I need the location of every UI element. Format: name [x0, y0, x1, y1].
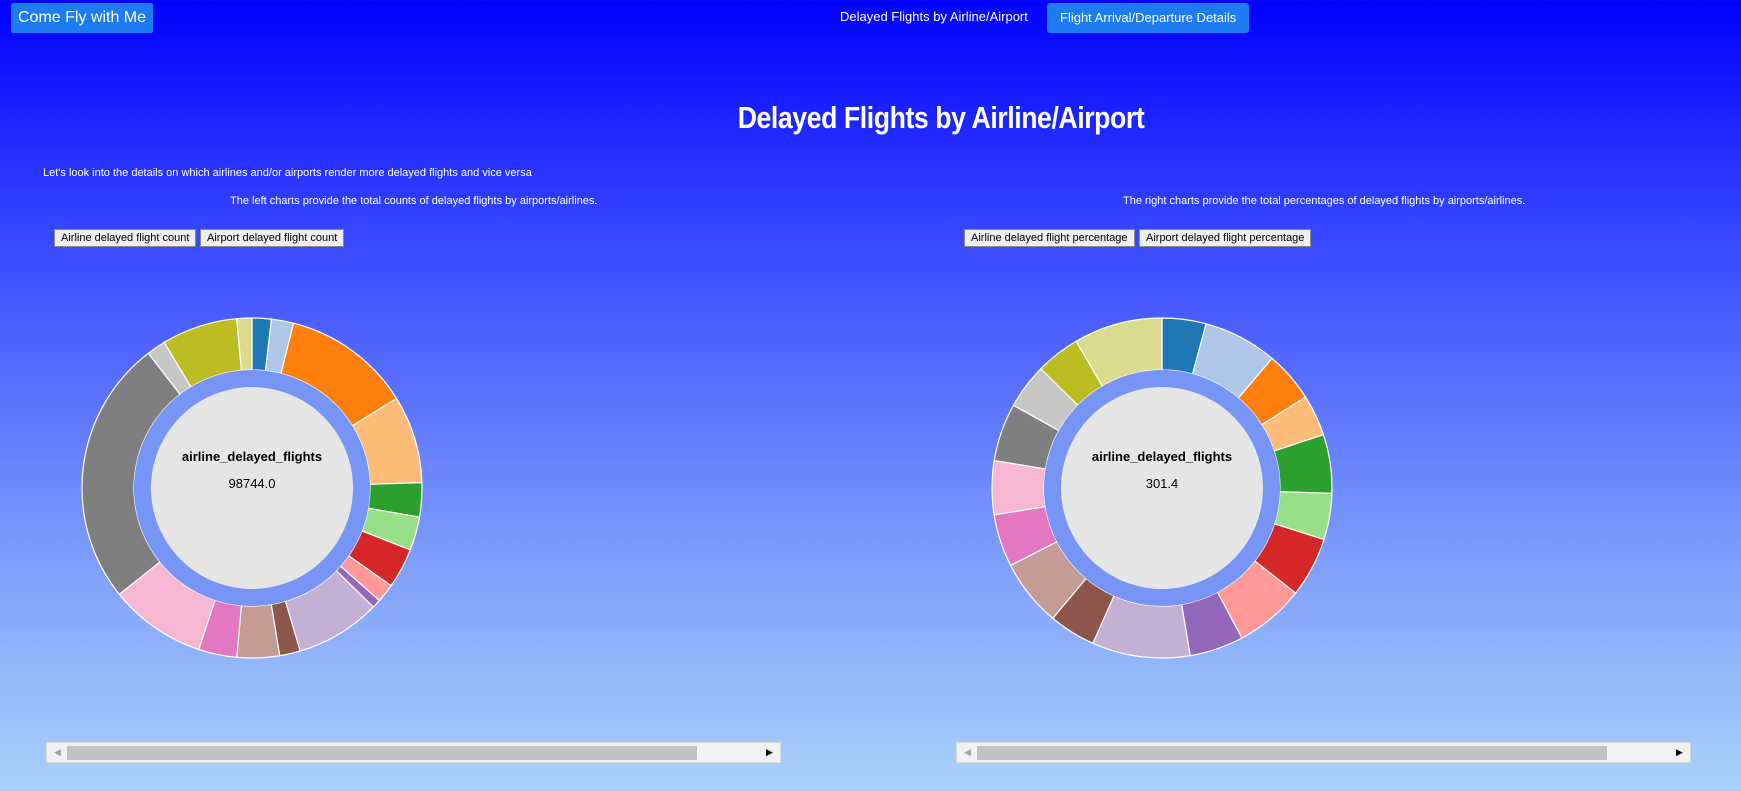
- donut-center-label: airline_delayed_flights: [182, 449, 322, 464]
- right-horizontal-scrollbar[interactable]: ◀ ▶: [956, 742, 1691, 763]
- scroll-left-arrow-icon[interactable]: ◀: [959, 743, 976, 762]
- left-charts-subtitle: The left charts provide the total counts…: [230, 195, 598, 207]
- intro-text: Let's look into the details on which air…: [43, 167, 532, 179]
- donut-center-label: airline_delayed_flights: [1092, 449, 1232, 464]
- scroll-right-arrow-icon[interactable]: ▶: [1671, 743, 1688, 762]
- nav-link-delayed-flights[interactable]: Delayed Flights by Airline/Airport: [840, 9, 1028, 24]
- airline-percentage-button[interactable]: Airline delayed flight percentage: [964, 229, 1135, 247]
- airline-count-button[interactable]: Airline delayed flight count: [54, 229, 197, 247]
- scrollbar-thumb[interactable]: [67, 746, 697, 760]
- nav-button-flight-details[interactable]: Flight Arrival/Departure Details: [1047, 3, 1250, 33]
- pie-slice[interactable]: [991, 459, 1047, 516]
- left-horizontal-scrollbar[interactable]: ◀ ▶: [46, 742, 781, 763]
- scroll-right-arrow-icon[interactable]: ▶: [761, 743, 778, 762]
- scroll-left-arrow-icon[interactable]: ◀: [49, 743, 66, 762]
- brand-button[interactable]: Come Fly with Me: [11, 3, 154, 33]
- airport-count-button[interactable]: Airport delayed flight count: [200, 229, 345, 247]
- left-donut-chart: airline_delayed_flights 98744.0: [81, 317, 423, 659]
- airport-percentage-button[interactable]: Airport delayed flight percentage: [1139, 229, 1312, 247]
- right-charts-subtitle: The right charts provide the total perce…: [1123, 195, 1526, 207]
- donut-center-value: 301.4: [1146, 476, 1179, 491]
- right-donut-chart: airline_delayed_flights 301.4: [991, 317, 1333, 659]
- scrollbar-thumb[interactable]: [977, 746, 1607, 760]
- donut-center-value: 98744.0: [229, 476, 276, 491]
- page-title: Delayed Flights by Airline/Airport: [737, 100, 1145, 135]
